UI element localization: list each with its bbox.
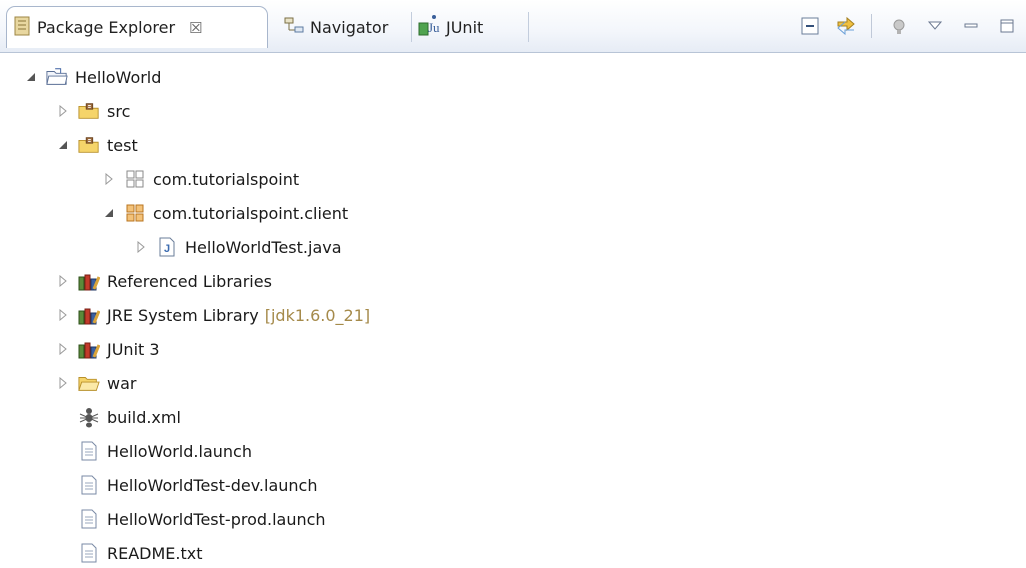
junit-icon: Ju [418,14,440,40]
tree-item-com-tutorialspoint-client[interactable]: com.tutorialspoint.client [102,198,348,228]
text-file-icon [78,475,100,495]
tree-item-build-xml[interactable]: build.xml [78,402,181,432]
tree-item-label: com.tutorialspoint.client [153,203,349,223]
tree-item-label: src [107,101,131,121]
tree-item-label: HelloWorldTest-dev.launch [107,475,318,495]
tree-item-label: war [107,373,137,393]
tree-item-jre-system-library[interactable]: JRE System Library [jdk1.6.0_21] [56,300,370,330]
tree-item-com-tutorialspoint[interactable]: com.tutorialspoint [102,164,299,194]
collapsed-arrow-icon[interactable] [56,376,70,390]
tree-item-helloworldtest-java[interactable]: J HelloWorldTest.java [134,232,342,262]
empty-package-icon [124,169,146,189]
java-file-icon: J [156,237,178,257]
navigator-icon [284,16,304,38]
text-file-icon [78,441,100,461]
close-icon[interactable]: ☒ [189,19,202,37]
svg-text:Ju: Ju [428,20,440,35]
collapsed-arrow-icon[interactable] [56,274,70,288]
tree-item-label: JUnit 3 [107,339,160,359]
tree-item-label: build.xml [107,407,181,427]
package-icon [124,203,146,223]
tab-navigator[interactable]: Navigator [284,8,388,46]
toolbar-separator [871,14,872,38]
tree-item-label: JRE System Library [107,305,259,325]
collapse-all-icon[interactable] [795,11,825,41]
library-icon [78,271,100,291]
tree-item-label: com.tutorialspoint [153,169,300,189]
ant-file-icon [78,407,100,428]
expanded-arrow-icon[interactable] [102,206,116,220]
tree-item-helloworld[interactable]: HelloWorld [24,62,161,92]
tab-package-explorer[interactable]: Package Explorer ☒ [6,6,268,48]
tab-label: Package Explorer [37,18,176,37]
tab-divider [528,12,529,42]
collapsed-arrow-icon[interactable] [134,240,148,254]
tree-item-readme-txt[interactable]: README.txt [78,538,203,568]
project-icon [46,67,68,87]
expanded-arrow-icon[interactable] [24,70,38,84]
tree-item-label: test [107,135,138,155]
library-icon [78,305,100,325]
tree-item-test[interactable]: test [56,130,138,160]
svg-text:J: J [164,243,170,255]
view-tab-bar: Package Explorer ☒ Navigator Ju JUnit [0,0,1026,53]
collapsed-arrow-icon[interactable] [56,104,70,118]
tree-item-label: Referenced Libraries [107,271,272,291]
maximize-icon[interactable] [992,11,1022,41]
tree-item-src[interactable]: src [56,96,130,126]
tab-junit[interactable]: Ju JUnit [418,8,483,46]
text-file-icon [78,509,100,529]
package-explorer-icon [13,16,31,40]
expanded-arrow-icon[interactable] [56,138,70,152]
tree-item-helloworldtest-prod-launch[interactable]: HelloWorldTest-prod.launch [78,504,326,534]
view-toolbar [789,10,1026,42]
tree-item-label: HelloWorld [75,67,162,87]
focus-on-working-set-icon[interactable] [884,11,914,41]
collapsed-arrow-icon[interactable] [56,308,70,322]
tree-item-war[interactable]: war [56,368,136,398]
tree-item-label: HelloWorld.launch [107,441,252,461]
tab-label: JUnit [446,17,484,37]
tree-item-junit-3[interactable]: JUnit 3 [56,334,160,364]
library-icon [78,339,100,359]
tree-item-label: HelloWorldTest.java [185,237,342,257]
tree-item-label: HelloWorldTest-prod.launch [107,509,326,529]
collapsed-arrow-icon[interactable] [56,342,70,356]
tree-item-helloworld-launch[interactable]: HelloWorld.launch [78,436,252,466]
tab-label: Navigator [310,17,389,37]
folder-icon [78,373,100,393]
jre-version-decoration: [jdk1.6.0_21] [264,305,371,325]
source-folder-icon [78,101,100,121]
minimize-icon[interactable] [956,11,986,41]
tab-divider [411,12,412,42]
tree-item-referenced-libraries[interactable]: Referenced Libraries [56,266,272,296]
tree-item-helloworldtest-dev-launch[interactable]: HelloWorldTest-dev.launch [78,470,317,500]
link-with-editor-icon[interactable] [831,11,861,41]
source-folder-icon [78,135,100,155]
tree-item-label: README.txt [107,543,203,563]
view-menu-icon[interactable] [920,11,950,41]
collapsed-arrow-icon[interactable] [102,172,116,186]
text-file-icon [78,543,100,563]
